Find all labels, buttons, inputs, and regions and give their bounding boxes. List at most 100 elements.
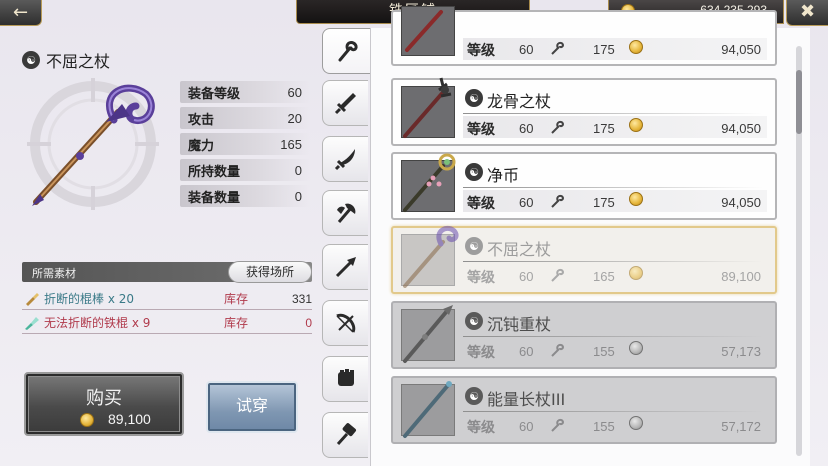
- weapon-type-icon: ☯: [465, 237, 483, 255]
- gold-coin-icon: [629, 192, 643, 206]
- level-label: 等级: [467, 270, 495, 286]
- gauntlet-icon: [337, 369, 354, 386]
- staff-power-icon: [549, 416, 567, 438]
- stat-label: 攻击: [188, 112, 215, 128]
- power-value: 175: [593, 121, 615, 136]
- stat-value: 0: [294, 188, 302, 204]
- try-on-button[interactable]: 试穿: [206, 381, 298, 433]
- weapon-type-icon: ☯: [465, 387, 483, 405]
- back-button[interactable]: ←: [0, 0, 42, 26]
- gold-coin-icon: [80, 413, 94, 427]
- saber-icon: [334, 149, 355, 171]
- tab-sword[interactable]: [322, 80, 368, 126]
- level-label: 等级: [467, 122, 495, 138]
- staff-power-icon: [549, 118, 567, 140]
- gold-coin-icon: [629, 416, 643, 430]
- stat-label: 装备数量: [188, 190, 241, 206]
- tab-gauntlet[interactable]: [322, 356, 368, 402]
- materials-header-label: 所需素材: [32, 267, 76, 280]
- list-item-selected[interactable]: ☯ 不屈之杖 等级 60 165 89,100: [391, 226, 777, 294]
- level-label: 等级: [467, 345, 495, 361]
- stock-value: 331: [291, 291, 312, 306]
- level-value: 60: [519, 42, 534, 57]
- level-label: 等级: [467, 43, 495, 59]
- stats-panel: 装备等级 60 攻击 20 魔力 165 所持数量 0 装备数量 0: [180, 81, 310, 211]
- close-button[interactable]: ✖: [786, 0, 828, 26]
- tab-wand[interactable]: [322, 28, 370, 74]
- tab-spear[interactable]: [322, 244, 368, 290]
- staff-power-icon: [549, 266, 567, 288]
- level-label: 等级: [467, 420, 495, 436]
- hammer-icon: [336, 423, 356, 446]
- list-item[interactable]: ☯ 净币 等级 60 175 94,050: [391, 152, 777, 220]
- price-value: 89,100: [721, 269, 761, 284]
- material-name: 无法折断的铁棍 x 9: [44, 316, 151, 330]
- buy-price: 89,100: [108, 411, 151, 427]
- stat-label: 魔力: [188, 138, 215, 154]
- weapon-type-icon: ☯: [465, 89, 483, 107]
- price-value: 57,173: [721, 344, 761, 359]
- bow-icon: [335, 313, 355, 333]
- stat-value: 60: [287, 84, 302, 100]
- material-row: 折断的棍棒 x 20 库存 331: [22, 288, 312, 310]
- item-name: 龙骨之杖: [487, 92, 552, 111]
- broken-club-icon: [26, 292, 39, 306]
- weapon-type-icon: ☯: [465, 312, 483, 330]
- gold-coin-icon: [629, 266, 643, 280]
- level-value: 60: [519, 269, 534, 284]
- price-value: 94,050: [721, 121, 761, 136]
- tab-saber[interactable]: [322, 136, 368, 182]
- power-value: 165: [593, 269, 615, 284]
- stat-label: 装备等级: [188, 86, 241, 102]
- list-item[interactable]: 等级 60 175 94,050: [391, 6, 777, 66]
- list-item-locked[interactable]: ☯ 沉钝重杖 等级 60 155 57,173: [391, 301, 777, 369]
- list-item-locked[interactable]: ☯ 能量长杖III 等级 60 155 57,172: [391, 376, 777, 444]
- staff-power-icon: [549, 341, 567, 363]
- price-value: 57,172: [721, 419, 761, 434]
- weapon-type-icon: ☯: [465, 163, 483, 181]
- staff-art: [405, 10, 443, 52]
- power-value: 155: [593, 344, 615, 359]
- gold-coin-icon: [629, 118, 643, 132]
- tab-bow[interactable]: [322, 300, 368, 346]
- staff-power-icon: [549, 192, 567, 214]
- material-name: 折断的棍棒 x 20: [44, 292, 135, 306]
- tab-axe[interactable]: [322, 190, 368, 236]
- iron-rod-icon: [25, 316, 39, 330]
- close-icon: ✖: [799, 1, 816, 22]
- scroll-thumb[interactable]: [796, 70, 802, 134]
- tab-hammer[interactable]: [322, 412, 368, 458]
- level-value: 60: [519, 344, 534, 359]
- price-value: 94,050: [721, 195, 761, 210]
- list-item[interactable]: ☯ 龙骨之杖 等级 60 175 94,050: [391, 77, 777, 146]
- gold-coin-icon: [629, 40, 643, 54]
- list-scrollbar[interactable]: [796, 46, 802, 456]
- stat-row: 攻击 20: [180, 107, 310, 129]
- staff-art: [403, 77, 452, 138]
- weapon-type-icon: ☯: [22, 51, 40, 69]
- power-value: 155: [593, 419, 615, 434]
- stock-value: 0: [305, 315, 312, 330]
- staff-art: [403, 153, 456, 212]
- level-value: 60: [519, 195, 534, 210]
- buy-label: 购买: [86, 388, 122, 409]
- category-tabs: [322, 28, 370, 466]
- item-name: 不屈之杖: [487, 240, 552, 259]
- item-name: 净币: [487, 166, 520, 185]
- level-value: 60: [519, 419, 534, 434]
- material-row: 无法折断的铁棍 x 9 库存 0: [22, 312, 312, 334]
- level-value: 60: [519, 121, 534, 136]
- gold-coin-icon: [629, 341, 643, 355]
- spear-icon: [335, 257, 356, 278]
- staff-art: [403, 381, 452, 438]
- staff-art: [403, 305, 453, 363]
- source-location-button[interactable]: 获得场所: [228, 261, 312, 283]
- stat-row: 装备等级 60: [180, 81, 310, 103]
- stat-row: 所持数量 0: [180, 159, 310, 181]
- price-value: 94,050: [721, 42, 761, 57]
- sword-icon: [334, 93, 356, 115]
- selected-weapon-art: [27, 78, 159, 210]
- buy-button[interactable]: 购买 89,100: [24, 372, 184, 436]
- staff-art: [403, 226, 459, 288]
- selected-item-title: ☯ 不屈之杖: [22, 48, 110, 72]
